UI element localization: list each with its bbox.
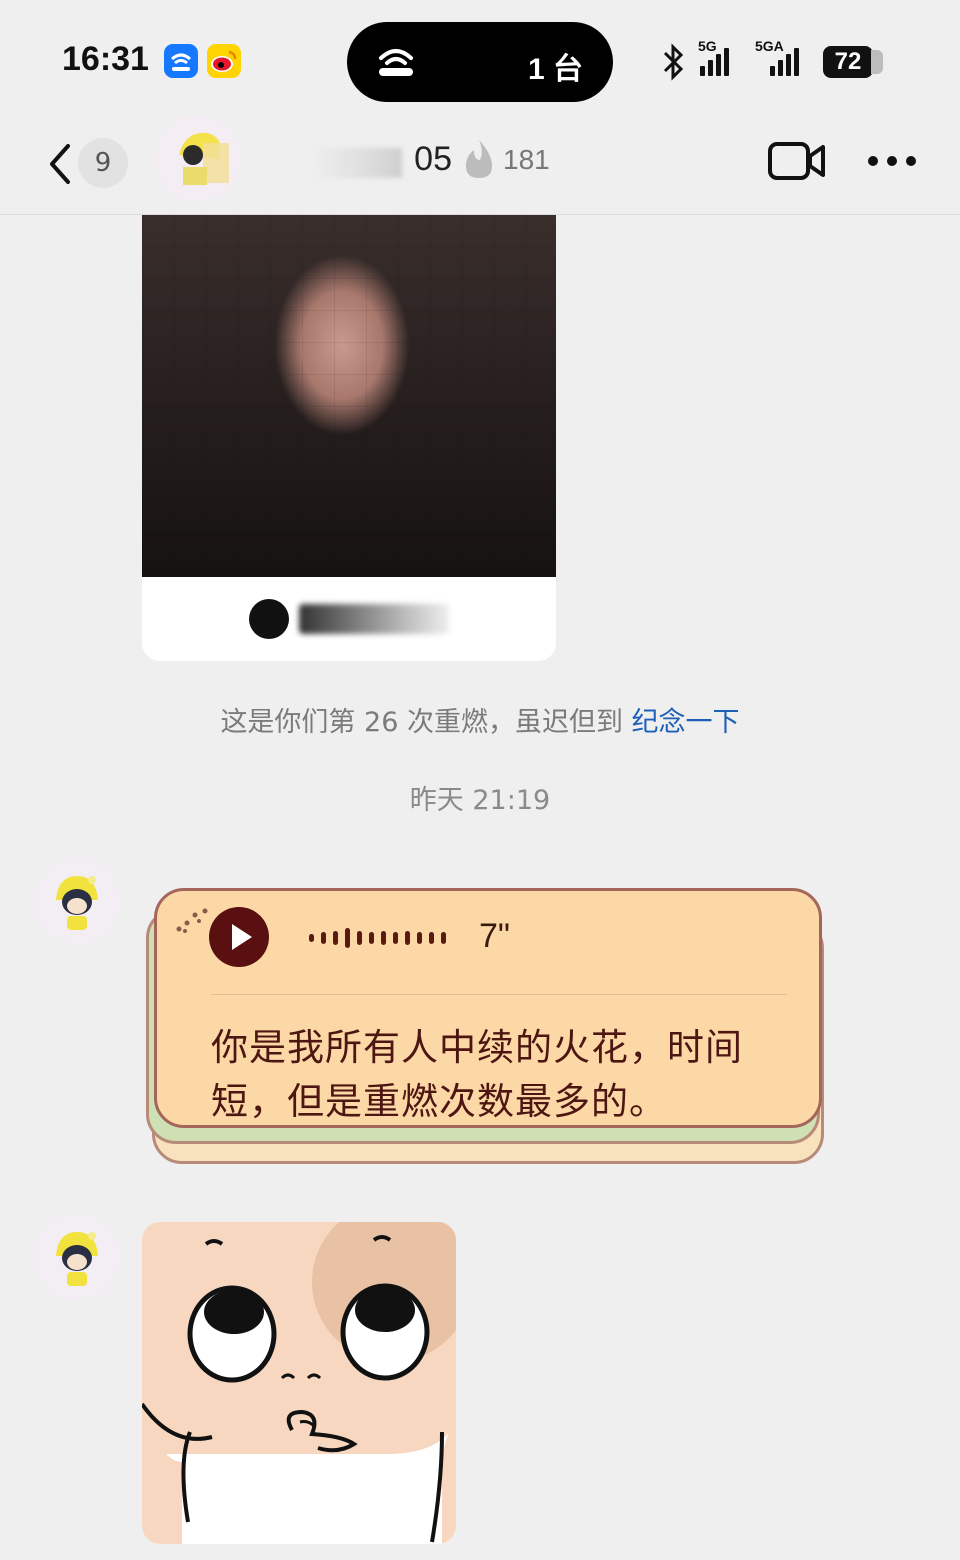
rekindle-note: 这是你们第 26 次重燃，虽迟但到 纪念一下 [0,700,960,739]
shared-video-card[interactable] [142,215,556,661]
play-button[interactable] [209,907,269,967]
sender-avatar[interactable] [34,1214,120,1300]
voice-transcript: 你是我所有人中续的火花，时间短，但是重燃次数最多的。 [211,1026,743,1123]
sender-avatar[interactable] [34,858,120,944]
flame-icon [466,140,492,178]
more-icon[interactable] [866,154,918,168]
battery-icon: 72 [823,46,883,78]
source-logo-icon [249,599,289,639]
contact-avatar[interactable] [155,115,241,201]
pixelated-photo [142,215,556,577]
footer-redaction [299,604,449,634]
contact-name: 05 [414,140,452,178]
video-call-icon[interactable] [768,140,826,182]
commemorate-link[interactable]: 纪念一下 [632,707,740,738]
voice-duration: 7" [479,917,510,955]
signal-icon-2 [770,48,799,76]
bluetooth-icon [663,43,684,81]
chat-header: 9 05 181 [0,115,960,215]
cast-icon [379,49,413,76]
voice-bubble[interactable]: 7" 你是我所有人中续的火花，时间短，但是重燃次数最多的。 [154,888,822,1128]
bubble-divider [211,994,787,995]
waveform-icon [309,927,446,949]
status-time: 16:31 [62,40,149,78]
signal-icon [700,48,729,76]
sticker-image[interactable] [142,1222,456,1544]
weibo-app-icon [207,44,241,78]
voice-message[interactable]: 7" 你是我所有人中续的火花，时间短，但是重燃次数最多的。 [142,888,826,1170]
message-timestamp: 昨天 21:19 [409,785,551,816]
shared-card-footer [142,577,556,661]
status-bar: 16:31 1 台 5G 5GA 72 [0,0,960,120]
unread-badge[interactable]: 9 [78,138,128,188]
back-arrow-icon[interactable] [46,142,76,186]
streak-count: 181 [503,144,550,175]
island-label: 1 台 [527,53,583,86]
dynamic-island[interactable]: 1 台 [347,22,613,102]
wifi-app-icon [164,44,198,78]
rekindle-note-text: 这是你们第 26 次重燃，虽迟但到 [220,707,632,738]
